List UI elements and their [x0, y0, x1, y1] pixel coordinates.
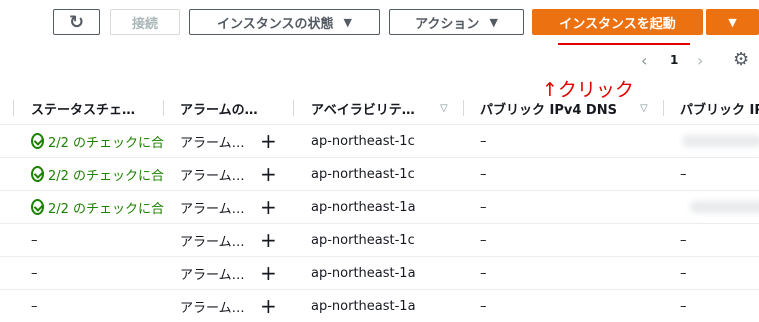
sort-icon[interactable]: ▽: [640, 103, 648, 114]
caret-down-icon: ▼: [728, 15, 737, 29]
add-alarm-button[interactable]: +: [260, 125, 277, 157]
instances-table: ステータスチェ… アラームの… アベイラビリテ… ▽ パブリック IPv4 DN…: [0, 92, 759, 322]
redacted-ip: [690, 201, 759, 213]
plus-icon: +: [260, 228, 277, 252]
connect-button-label: 接続: [131, 16, 158, 32]
alarm-cell: アラーム…: [180, 135, 245, 151]
column-header-public-dns[interactable]: パブリック IPv4 DNS: [480, 92, 635, 124]
refresh-button[interactable]: ↻: [53, 9, 100, 35]
launch-instances-button[interactable]: インスタンスを起動: [532, 9, 703, 35]
alarm-cell: アラーム…: [180, 234, 245, 250]
sort-icon[interactable]: ▽: [440, 103, 448, 114]
plus-icon: +: [260, 195, 277, 219]
public-dns-cell: –: [480, 133, 487, 149]
instance-state-dropdown[interactable]: インスタンスの状態 ▼: [189, 9, 380, 35]
instance-state-label: インスタンスの状態: [217, 16, 334, 32]
public-dns-cell: –: [480, 265, 487, 281]
toolbar: ↻ 接続 インスタンスの状態 ▼ アクション ▼ インスタンスを起動 ▼: [0, 0, 759, 48]
actions-dropdown[interactable]: アクション ▼: [389, 9, 524, 35]
add-alarm-button[interactable]: +: [260, 191, 277, 223]
status-check-text: 2/2 のチェックに合: [47, 168, 164, 184]
current-page-number[interactable]: 1: [670, 53, 678, 67]
column-separator: [163, 100, 164, 116]
alarm-cell: アラーム…: [180, 267, 245, 283]
availability-zone-cell: ap-northeast-1a: [311, 265, 416, 281]
table-row[interactable]: 2/2 のチェックに合 アラーム… + ap-northeast-1a –: [0, 191, 759, 224]
public-ip-cell: –: [680, 298, 687, 314]
connect-button[interactable]: 接続: [110, 9, 180, 35]
column-header-status-check[interactable]: ステータスチェ…: [31, 92, 166, 124]
column-separator: [293, 100, 294, 116]
availability-zone-cell: ap-northeast-1c: [311, 166, 415, 182]
public-dns-cell: –: [480, 199, 487, 215]
plus-icon: +: [260, 162, 277, 186]
column-header-public-ip[interactable]: パブリック IPv4: [680, 92, 759, 124]
plus-icon: +: [260, 261, 277, 285]
status-check-cell: 2/2 のチェックに合: [31, 158, 164, 190]
table-row[interactable]: – アラーム… + ap-northeast-1a – –: [0, 257, 759, 290]
status-check-text: 2/2 のチェックに合: [47, 135, 164, 151]
pagination: ‹ 1 › ⚙: [0, 48, 759, 74]
annotation-underline: [558, 43, 690, 45]
column-header-availability-zone[interactable]: アベイラビリテ…: [311, 92, 431, 124]
caret-down-icon: ▼: [489, 15, 498, 29]
public-dns-cell: –: [480, 232, 487, 248]
table-row[interactable]: 2/2 のチェックに合 アラーム… + ap-northeast-1c – –: [0, 158, 759, 191]
add-alarm-button[interactable]: +: [260, 290, 277, 322]
add-alarm-button[interactable]: +: [260, 224, 277, 256]
alarm-cell: アラーム…: [180, 168, 245, 184]
status-check-cell: 2/2 のチェックに合: [31, 191, 164, 223]
add-alarm-button[interactable]: +: [260, 257, 277, 289]
status-check-cell: 2/2 のチェックに合: [31, 125, 164, 157]
public-dns-cell: –: [480, 166, 487, 182]
column-separator: [463, 100, 464, 116]
plus-icon: +: [260, 129, 277, 153]
column-header-alarm[interactable]: アラームの…: [180, 92, 280, 124]
alarm-cell: アラーム…: [180, 201, 245, 217]
status-check-cell: –: [31, 265, 38, 281]
table-row[interactable]: – アラーム… + ap-northeast-1c – –: [0, 224, 759, 257]
caret-down-icon: ▼: [343, 15, 352, 29]
table-row[interactable]: 2/2 のチェックに合 アラーム… + ap-northeast-1c –: [0, 125, 759, 158]
public-dns-cell: –: [480, 298, 487, 314]
availability-zone-cell: ap-northeast-1a: [311, 298, 416, 314]
status-check-cell: –: [31, 232, 38, 248]
status-check-cell: –: [31, 298, 38, 314]
check-circle-icon: [31, 133, 44, 149]
public-ip-cell: –: [680, 166, 687, 182]
public-ip-cell: –: [680, 265, 687, 281]
check-circle-icon: [31, 199, 44, 215]
table-header: ステータスチェ… アラームの… アベイラビリテ… ▽ パブリック IPv4 DN…: [0, 92, 759, 125]
status-check-text: 2/2 のチェックに合: [47, 201, 164, 217]
check-circle-icon: [31, 166, 44, 182]
alarm-cell: アラーム…: [180, 300, 245, 316]
add-alarm-button[interactable]: +: [260, 158, 277, 190]
launch-options-dropdown[interactable]: ▼: [706, 9, 759, 35]
chevron-left-icon[interactable]: ‹: [641, 51, 647, 70]
column-separator: [663, 100, 664, 116]
column-separator: [13, 100, 14, 116]
availability-zone-cell: ap-northeast-1a: [311, 199, 416, 215]
actions-label: アクション: [415, 16, 480, 32]
table-row[interactable]: – アラーム… + ap-northeast-1a – –: [0, 290, 759, 322]
launch-instances-label: インスタンスを起動: [559, 16, 676, 32]
redacted-ip: [682, 135, 759, 147]
refresh-icon: ↻: [68, 11, 85, 33]
public-ip-cell: –: [680, 232, 687, 248]
availability-zone-cell: ap-northeast-1c: [311, 133, 415, 149]
chevron-right-icon[interactable]: ›: [697, 51, 703, 70]
availability-zone-cell: ap-northeast-1c: [311, 232, 415, 248]
gear-icon[interactable]: ⚙: [733, 49, 749, 70]
plus-icon: +: [260, 294, 277, 318]
